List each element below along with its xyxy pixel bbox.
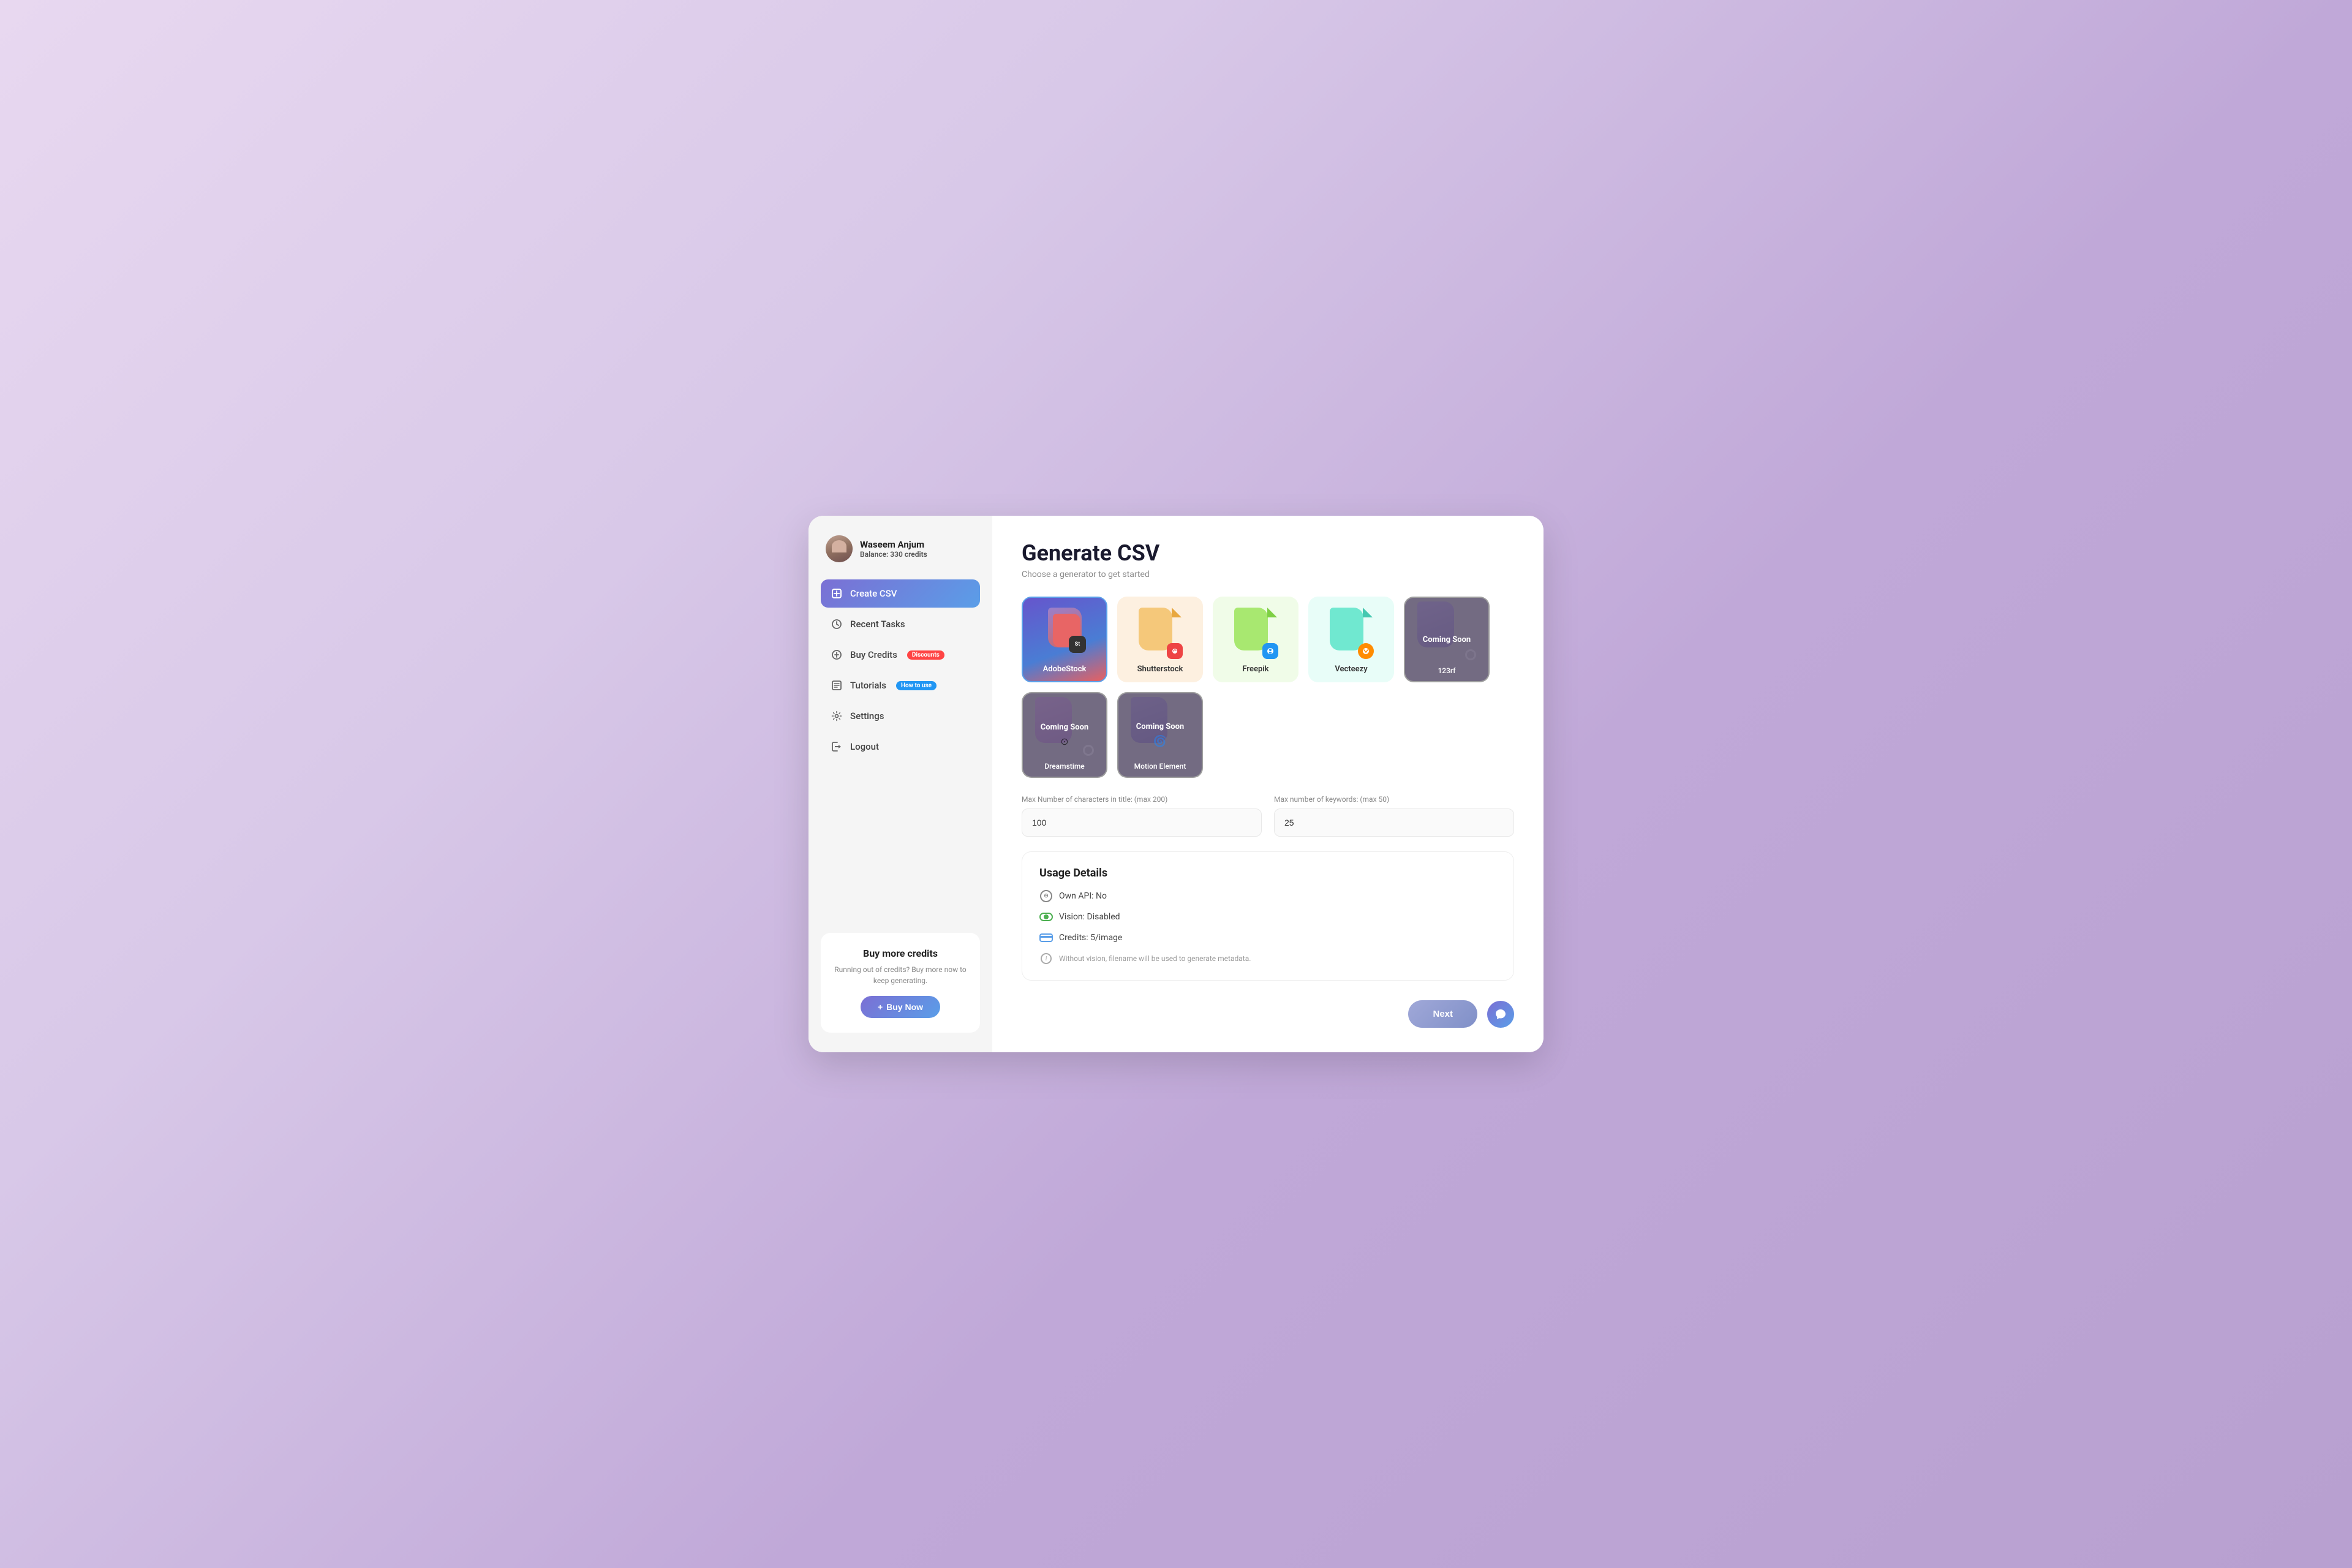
info-icon: i <box>1039 952 1053 965</box>
sidebar-item-logout[interactable]: Logout <box>821 733 980 761</box>
sidebar-item-label: Create CSV <box>850 588 897 599</box>
user-info: Waseem Anjum Balance: 330 credits <box>860 539 927 559</box>
usage-note: Without vision, filename will be used to… <box>1059 954 1251 963</box>
buy-credits-card: Buy more credits Running out of credits?… <box>821 933 980 1033</box>
usage-item-credits: Credits: 5/image <box>1039 931 1496 944</box>
sidebar: Waseem Anjum Balance: 330 credits Create… <box>809 516 992 1052</box>
next-button[interactable]: Next <box>1408 1000 1477 1028</box>
coming-soon-text: Coming Soon <box>1423 635 1471 644</box>
sidebar-nav: Create CSV Recent Tasks <box>821 579 980 763</box>
buy-credits-card-desc: Running out of credits? Buy more now to … <box>833 964 968 986</box>
usage-item-api: ⊖ Own API: No <box>1039 889 1496 903</box>
api-label: Own API: No <box>1059 891 1107 901</box>
sidebar-item-label: Tutorials <box>850 680 886 691</box>
sidebar-item-create-csv[interactable]: Create CSV <box>821 579 980 608</box>
generator-name-vecteezy: Vecteezy <box>1335 665 1367 674</box>
vecteezy-badge <box>1358 643 1374 659</box>
generator-card-motion-element: Coming Soon 🌀 Motion Element <box>1117 692 1203 778</box>
main-content: Generate CSV Choose a generator to get s… <box>992 516 1544 1052</box>
recent-tasks-icon <box>831 618 843 630</box>
vision-icon <box>1039 910 1053 924</box>
coming-soon-text-motion: Coming Soon <box>1136 722 1184 731</box>
generator-name-adobestock: AdobeStock <box>1043 665 1087 674</box>
generator-card-shutterstock[interactable]: Shutterstock <box>1117 597 1203 682</box>
tutorials-icon <box>831 679 843 692</box>
credits-icon <box>1039 931 1053 944</box>
logout-icon <box>831 741 843 753</box>
sidebar-item-label: Buy Credits <box>850 649 897 660</box>
plus-icon: + <box>878 1002 883 1012</box>
generator-name-dreamstime: Dreamstime <box>1044 762 1084 771</box>
sidebar-item-label: Settings <box>850 710 884 722</box>
page-subtitle: Choose a generator to get started <box>1022 570 1514 579</box>
generator-name-123rf: 123rf <box>1438 666 1455 675</box>
discount-badge: Discounts <box>907 650 944 660</box>
title-chars-label: Max Number of characters in title: (max … <box>1022 795 1262 804</box>
sidebar-item-settings[interactable]: Settings <box>821 702 980 730</box>
create-csv-icon <box>831 587 843 600</box>
sidebar-item-label: Recent Tasks <box>850 619 905 630</box>
vision-label: Vision: Disabled <box>1059 912 1120 922</box>
user-name: Waseem Anjum <box>860 539 927 550</box>
user-balance: Balance: 330 credits <box>860 550 927 559</box>
generator-card-vecteezy[interactable]: Vecteezy <box>1308 597 1394 682</box>
usage-note-item: i Without vision, filename will be used … <box>1039 952 1496 965</box>
generator-name-motion-element: Motion Element <box>1134 762 1186 771</box>
credits-label: Credits: 5/image <box>1059 933 1122 943</box>
freepik-badge <box>1262 643 1278 659</box>
form-row: Max Number of characters in title: (max … <box>1022 795 1514 837</box>
generator-card-dreamstime: Coming Soon ⊙ Dreamstime <box>1022 692 1107 778</box>
title-chars-input[interactable] <box>1022 809 1262 837</box>
buy-now-button[interactable]: + Buy Now <box>861 996 940 1018</box>
keywords-label: Max number of keywords: (max 50) <box>1274 795 1514 804</box>
generator-grid: St AdobeStock <box>1022 597 1514 778</box>
buy-credits-card-title: Buy more credits <box>833 948 968 959</box>
keywords-input[interactable] <box>1274 809 1514 837</box>
buy-credits-icon <box>831 649 843 661</box>
avatar <box>826 535 853 562</box>
generator-card-adobestock[interactable]: St AdobeStock <box>1022 597 1107 682</box>
page-title: Generate CSV <box>1022 540 1514 566</box>
api-icon: ⊖ <box>1039 889 1053 903</box>
keywords-group: Max number of keywords: (max 50) <box>1274 795 1514 837</box>
usage-section: Usage Details ⊖ Own API: No Vision: Disa… <box>1022 851 1514 981</box>
howto-badge: How to use <box>896 681 937 690</box>
sidebar-item-tutorials[interactable]: Tutorials How to use <box>821 671 980 699</box>
generator-name-freepik: Freepik <box>1242 665 1268 674</box>
shutterstock-badge <box>1167 643 1183 659</box>
title-chars-group: Max Number of characters in title: (max … <box>1022 795 1262 837</box>
generator-name-shutterstock: Shutterstock <box>1137 665 1183 674</box>
usage-title: Usage Details <box>1039 867 1496 880</box>
app-container: Waseem Anjum Balance: 330 credits Create… <box>809 516 1544 1052</box>
sidebar-item-buy-credits[interactable]: Buy Credits Discounts <box>821 641 980 669</box>
chat-button[interactable] <box>1487 1001 1514 1028</box>
sidebar-item-recent-tasks[interactable]: Recent Tasks <box>821 610 980 638</box>
bottom-bar: Next <box>1022 1000 1514 1028</box>
user-profile: Waseem Anjum Balance: 330 credits <box>821 535 980 562</box>
generator-card-freepik[interactable]: Freepik <box>1213 597 1298 682</box>
sidebar-item-label: Logout <box>850 741 879 752</box>
coming-soon-text-dreamstime: Coming Soon <box>1041 723 1088 732</box>
adobe-st-badge: St <box>1069 636 1086 653</box>
usage-item-vision: Vision: Disabled <box>1039 910 1496 924</box>
generator-card-123rf: Coming Soon 123rf <box>1404 597 1490 682</box>
settings-icon <box>831 710 843 722</box>
